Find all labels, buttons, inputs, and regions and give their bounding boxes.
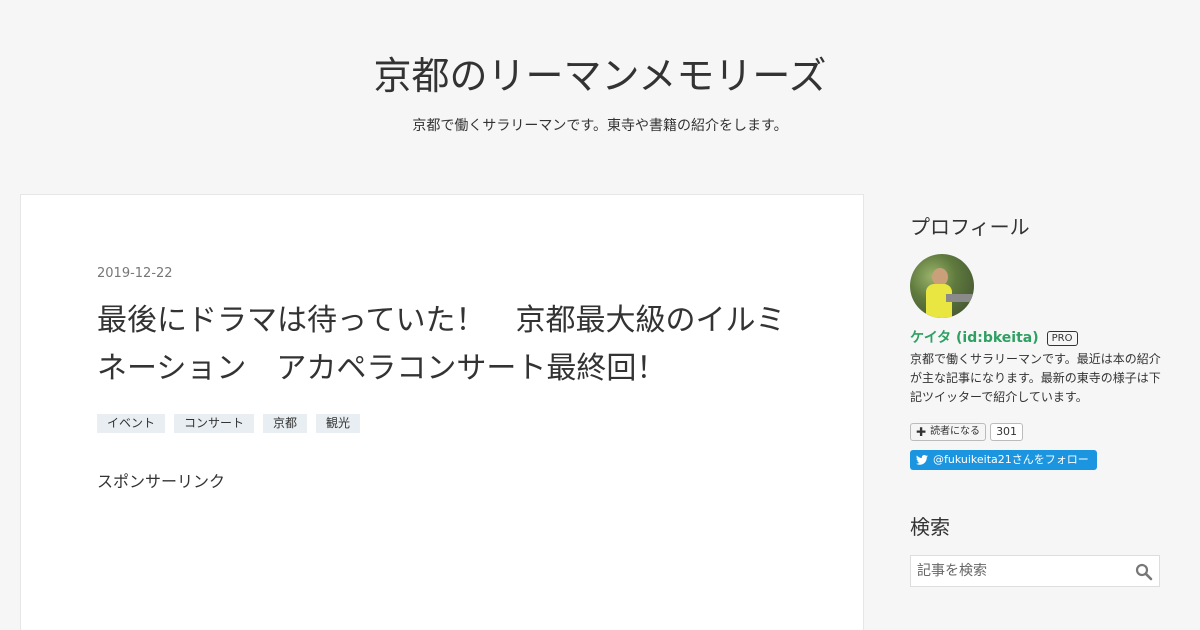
avatar-table-shape: [946, 294, 974, 302]
blog-description: 京都で働くサラリーマンです。東寺や書籍の紹介をします。: [412, 118, 788, 134]
twitter-follow-label: @fukuikeita21さんをフォロー: [933, 453, 1089, 466]
pro-badge[interactable]: PRO: [1046, 330, 1078, 346]
entry-categories: イベント コンサート 京都 観光: [97, 414, 361, 433]
category-tag-event[interactable]: イベント: [97, 414, 166, 433]
reader-count[interactable]: 301: [990, 423, 1024, 441]
reader-row: ✚ 読者になる 301: [910, 423, 1024, 441]
subscribe-button[interactable]: ✚ 読者になる: [910, 423, 987, 441]
entry-title[interactable]: 最後にドラマは待っていた！ 京都最大級のイルミネーション アカペラコンサート最終…: [97, 297, 797, 393]
search-input[interactable]: [911, 556, 1133, 586]
profile-name-link[interactable]: ケイタ (id:bkeita): [910, 328, 1039, 348]
subscribe-button-label: 読者になる: [930, 426, 981, 437]
category-tag-kyoto[interactable]: 京都: [263, 414, 308, 433]
search-icon[interactable]: [1135, 563, 1153, 581]
profile-avatar[interactable]: [910, 254, 974, 318]
profile-heading: プロフィール: [910, 215, 1030, 239]
profile-name-row: ケイタ (id:bkeita) PRO: [910, 328, 1078, 348]
sidebar: プロフィール ケイタ (id:bkeita) PRO 京都で働くサラリーマンです…: [892, 196, 1180, 630]
twitter-follow-button[interactable]: @fukuikeita21さんをフォロー: [910, 450, 1097, 470]
category-tag-concert[interactable]: コンサート: [174, 414, 255, 433]
blog-title[interactable]: 京都のリーマンメモリーズ: [0, 52, 1200, 100]
twitter-bird-icon: [916, 455, 928, 465]
entry-card: 2019-12-22 最後にドラマは待っていた！ 京都最大級のイルミネーション …: [20, 194, 864, 630]
plus-icon: ✚: [916, 425, 927, 439]
search-heading: 検索: [910, 515, 950, 539]
profile-description: 京都で働くサラリーマンです。最近は本の紹介が主な記事になります。最新の東寺の様子…: [910, 352, 1161, 404]
search-box: [910, 555, 1160, 587]
entry-date[interactable]: 2019-12-22: [97, 265, 173, 283]
sponsor-link-label: スポンサーリンク: [97, 472, 226, 491]
category-tag-sightseeing[interactable]: 観光: [316, 414, 361, 433]
blog-header: 京都のリーマンメモリーズ 京都で働くサラリーマンです。東寺や書籍の紹介をします。: [0, 0, 1200, 180]
